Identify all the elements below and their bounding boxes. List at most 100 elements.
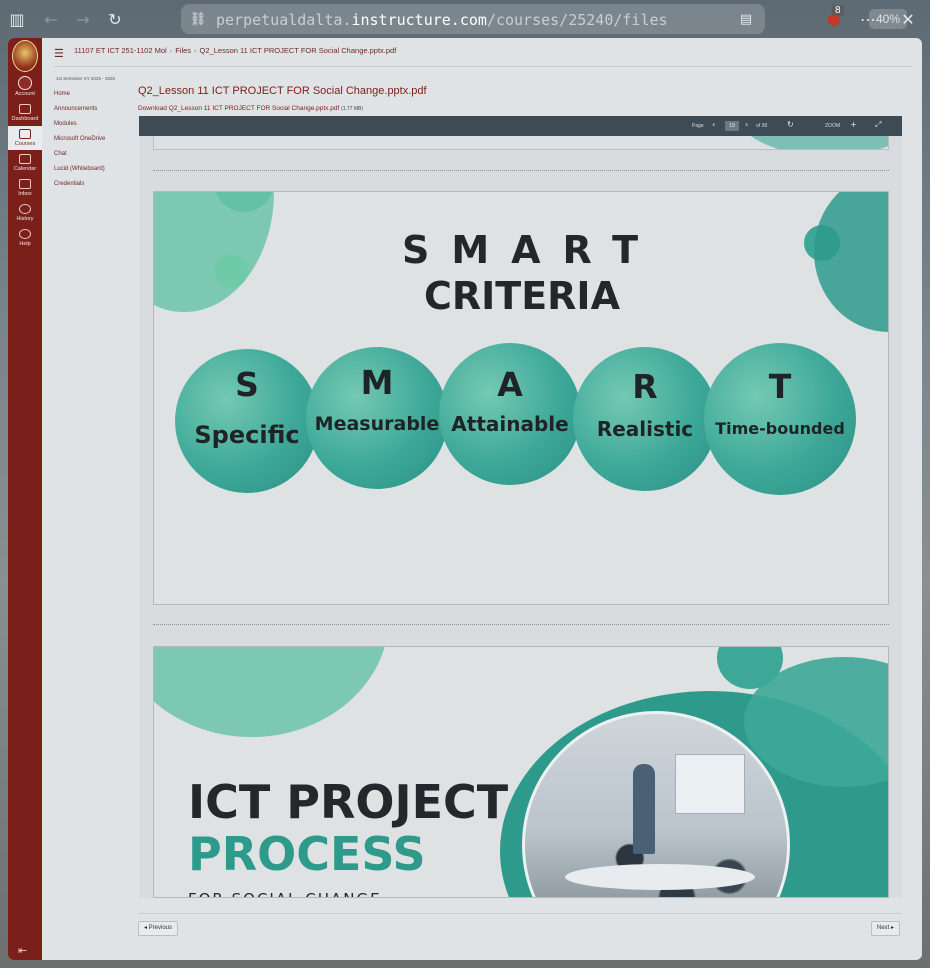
slide-smart-criteria: SMART CRITERIA S Specific M Measurable A…: [153, 191, 889, 605]
sidebar-toggle-icon[interactable]: ▥: [6, 8, 28, 30]
circle-word: Attainable: [451, 412, 569, 436]
more-menu-icon[interactable]: ⋯: [857, 8, 879, 30]
viewer-toolbar: Page ‹ 19 › of 38 ↻ ZOOM + ⤢: [139, 116, 902, 136]
forward-icon[interactable]: →: [72, 8, 94, 30]
global-nav-account[interactable]: Account: [8, 91, 42, 97]
extension-badge: 8: [832, 5, 844, 16]
circle-word: Realistic: [596, 417, 694, 441]
dashboard-icon: [19, 104, 31, 114]
breadcrumb: 11107 ET ICT 251-1102 Mol › Files › Q2_Lesso…: [74, 46, 396, 55]
circle-letter: R: [632, 367, 658, 406]
institution-logo[interactable]: [12, 40, 38, 72]
course-nav-lucid[interactable]: Lucid (Whiteboard): [54, 166, 134, 172]
page-number-input[interactable]: 19: [725, 121, 739, 131]
global-nav-label: History: [16, 216, 34, 222]
page-separator: [153, 624, 889, 625]
course-nav: 1st Semester SY 2025 - 2026 Home Announc…: [54, 76, 134, 196]
help-icon: [19, 229, 31, 239]
course-nav-home[interactable]: Home: [54, 91, 134, 97]
circle-letter: S: [235, 365, 259, 404]
courses-icon: [19, 129, 31, 139]
page-title: Q2_Lesson 11 ICT PROJECT FOR Social Chan…: [138, 85, 427, 97]
next-page-icon[interactable]: ›: [745, 120, 748, 129]
global-nav-help[interactable]: Help: [8, 229, 42, 247]
previous-button[interactable]: ◂ Previous: [138, 921, 179, 936]
global-nav-dashboard[interactable]: Dashboard: [8, 104, 42, 122]
page-separator: [153, 170, 889, 171]
course-nav-chat[interactable]: Chat: [54, 151, 134, 157]
address-bar[interactable]: ⛓ perpetualdalta.instructure.com/courses…: [181, 4, 907, 34]
inbox-icon: [19, 179, 31, 189]
calendar-icon: [19, 154, 31, 164]
previous-slide-bottom: [153, 136, 889, 150]
decorative-blob: [154, 647, 389, 737]
breadcrumb-separator: ›: [169, 46, 173, 55]
fullscreen-icon[interactable]: ⤢: [875, 120, 881, 130]
smart-circle-t: T Time-bounded: [704, 343, 856, 495]
circle-word: Time-bounded: [715, 419, 845, 438]
footer-divider: [138, 913, 902, 914]
download-link[interactable]: Download Q2_Lesson 11 ICT PROJECT FOR So…: [138, 105, 363, 112]
decorative-shape: [739, 136, 888, 149]
global-nav-label: Courses: [14, 141, 36, 147]
reload-icon[interactable]: ↻: [104, 8, 126, 30]
global-nav-calendar[interactable]: Calendar: [8, 154, 42, 172]
global-nav-history[interactable]: History: [8, 204, 42, 222]
slide-subtitle: FOR SOCIAL CHANGE: [188, 890, 382, 897]
site-info-icon[interactable]: ⛓: [187, 8, 209, 30]
breadcrumb-separator: ›: [194, 46, 197, 55]
rotate-icon[interactable]: ↻: [787, 120, 794, 129]
previous-page-icon[interactable]: ‹: [712, 120, 715, 129]
smart-heading: SMART: [401, 228, 661, 272]
smart-circle-s: S Specific: [175, 349, 319, 493]
slide-title-line1: ICT PROJECT: [188, 775, 509, 829]
criteria-heading: CRITERIA: [424, 274, 620, 318]
circle-letter: A: [497, 365, 523, 404]
pdf-viewer[interactable]: Page ‹ 19 › of 38 ↻ ZOOM + ⤢ SMART CRITE…: [139, 116, 902, 898]
circle-word: Measurable: [314, 413, 440, 435]
breadcrumb-files[interactable]: Files: [175, 46, 191, 55]
content-area: ☰ 11107 ET ICT 251-1102 Mol › Files › Q2_Les…: [42, 38, 922, 960]
history-icon: [19, 204, 31, 214]
collapse-nav-icon[interactable]: ⇤: [18, 944, 27, 957]
course-nav-credentials[interactable]: Credentials: [54, 181, 134, 187]
circle-letter: M: [360, 363, 394, 402]
zoom-label: ZOOM: [825, 123, 840, 129]
course-menu-icon[interactable]: ☰: [54, 47, 64, 60]
browser-toolbar: ▥ ← → ↻ ⛓ perpetualdalta.instructure.com…: [0, 0, 930, 38]
slide-ict-project-process: ICT PROJECT PROCESS FOR SOCIAL CHANGE: [153, 646, 889, 898]
global-nav: Account Dashboard Courses Calendar Inbox…: [8, 38, 42, 960]
url-text[interactable]: perpetualdalta.instructure.com/courses/2…: [216, 11, 681, 29]
zoom-in-icon[interactable]: +: [850, 120, 857, 129]
presenter-shape: [633, 764, 655, 854]
breadcrumb-course[interactable]: 11107 ET ICT 251-1102 Mol: [74, 46, 167, 55]
file-size: (1.77 MB): [341, 106, 364, 112]
course-nav-announcements[interactable]: Announcements: [54, 106, 134, 112]
global-nav-label: Inbox: [18, 191, 32, 197]
circle-letter: T: [768, 367, 792, 406]
whiteboard-shape: [675, 754, 745, 814]
table-shape: [565, 864, 755, 890]
global-nav-inbox[interactable]: Inbox: [8, 179, 42, 197]
slide-title-line2: PROCESS: [188, 827, 426, 881]
smart-circle-m: M Measurable: [306, 347, 448, 489]
global-nav-courses[interactable]: Courses: [8, 126, 42, 150]
next-button[interactable]: Next ▸: [871, 921, 901, 936]
global-nav-label: Help: [19, 241, 31, 247]
account-avatar-icon[interactable]: [18, 76, 32, 90]
canvas-window: Account Dashboard Courses Calendar Inbox…: [8, 38, 922, 960]
smart-circle-r: R Realistic: [573, 347, 717, 491]
breadcrumb-file: Q2_Lesson 11 ICT PROJECT FOR Social Chan…: [199, 46, 397, 55]
course-nav-onedrive[interactable]: Microsoft OneDrive: [54, 136, 134, 142]
global-nav-label: Calendar: [13, 166, 37, 172]
global-nav-label: Account: [15, 91, 35, 97]
page-total: of 38: [756, 123, 768, 129]
reader-mode-icon[interactable]: ▤: [735, 8, 757, 30]
close-tab-icon[interactable]: ✕: [897, 8, 919, 30]
header-divider: [54, 66, 912, 67]
course-nav-modules[interactable]: Modules: [54, 121, 134, 127]
circle-word: Specific: [194, 421, 300, 449]
global-nav-label: Dashboard: [11, 116, 39, 122]
download-label[interactable]: Download Q2_Lesson 11 ICT PROJECT FOR So…: [138, 105, 339, 112]
back-icon[interactable]: ←: [40, 8, 62, 30]
